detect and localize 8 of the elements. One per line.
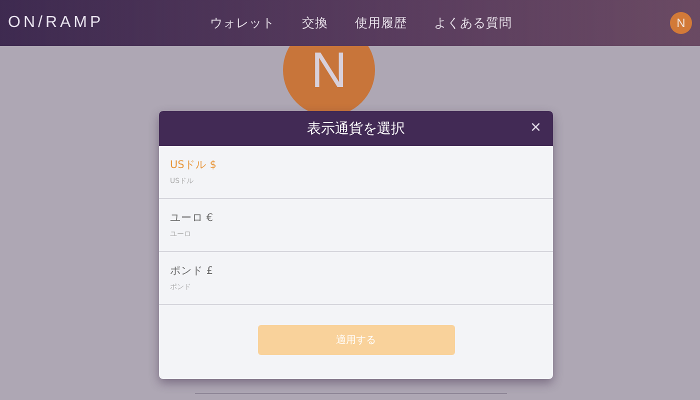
close-button[interactable]: × xyxy=(526,117,545,137)
logo[interactable]: ON/RAMP xyxy=(8,14,198,32)
currency-name: USドル $ xyxy=(170,158,218,172)
dialog-title: 表示通貨を選択 xyxy=(307,120,405,138)
currency-name: ポンド £ xyxy=(170,264,214,278)
nav-link[interactable]: ウォレット xyxy=(210,14,275,32)
currency-name: ユーロ € xyxy=(170,211,214,225)
nav-link[interactable]: よくある質問 xyxy=(434,14,512,32)
